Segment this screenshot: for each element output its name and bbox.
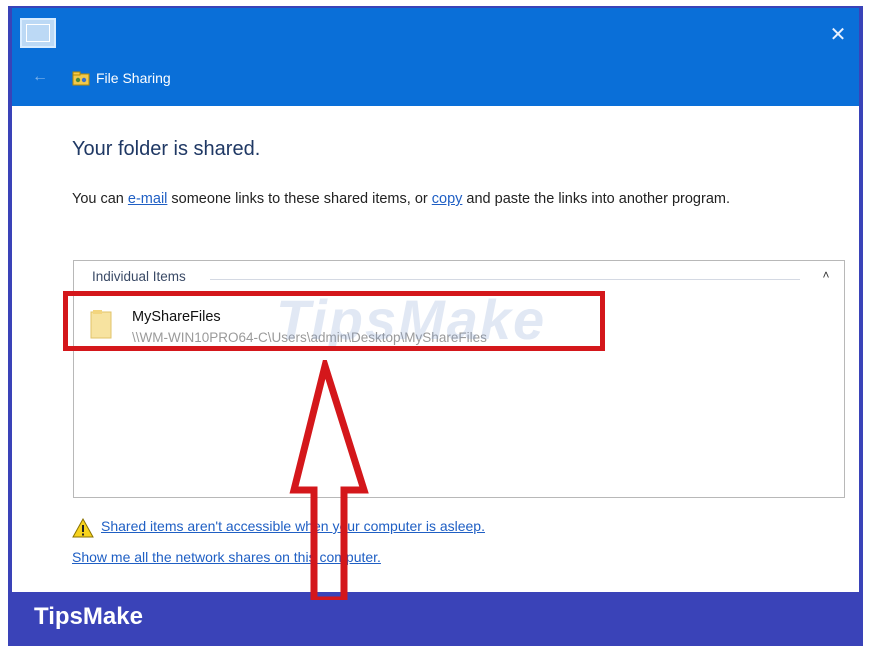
copy-link[interactable]: copy — [432, 191, 463, 207]
window-title: File Sharing — [96, 70, 171, 86]
desc-middle: someone links to these shared items, or — [167, 191, 432, 207]
chevron-up-icon[interactable]: ˄ — [818, 267, 834, 283]
share-description: You can e-mail someone links to these sh… — [72, 191, 730, 207]
email-link[interactable]: e-mail — [128, 191, 167, 207]
back-arrow-icon[interactable]: ← — [32, 68, 50, 86]
file-sharing-icon — [72, 71, 90, 86]
title-bar: ✕ ← File Sharing — [12, 8, 859, 106]
brand-label: TipsMake — [34, 603, 143, 630]
annotation-arrow — [289, 360, 369, 600]
window-icon — [20, 18, 56, 48]
page-heading: Your folder is shared. — [72, 138, 261, 160]
desc-suffix: and paste the links into another program… — [462, 191, 730, 207]
screenshot-frame: ✕ ← File Sharing Your folder is shared. … — [0, 0, 870, 653]
close-icon[interactable]: ✕ — [827, 24, 849, 46]
group-header-individual-items: Individual Items — [92, 269, 186, 284]
group-divider — [210, 279, 800, 280]
warning-icon — [72, 518, 94, 538]
desc-prefix: You can — [72, 191, 128, 207]
highlight-box — [63, 291, 605, 351]
